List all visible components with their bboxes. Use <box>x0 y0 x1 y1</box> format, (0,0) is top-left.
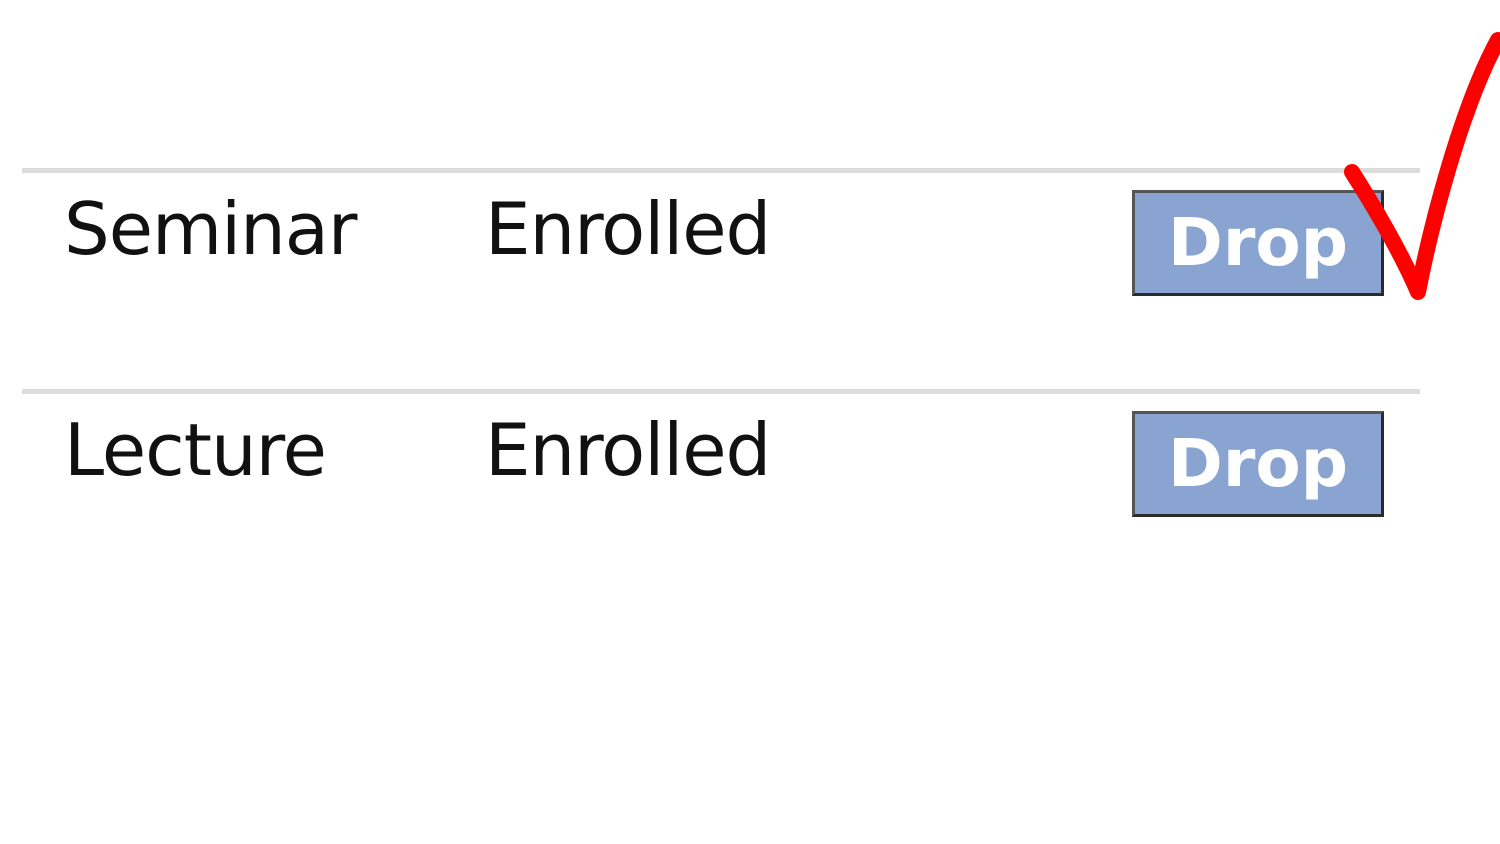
table-row-lecture: Lecture Enrolled Drop <box>22 397 1420 537</box>
table-row-seminar: Seminar Enrolled Drop <box>22 176 1420 316</box>
row-divider <box>22 389 1420 394</box>
course-type-cell: Seminar <box>64 187 357 271</box>
enrollment-status-cell: Enrolled <box>485 187 771 271</box>
drop-button-lecture[interactable]: Drop <box>1132 411 1384 517</box>
row-divider <box>22 168 1420 173</box>
course-type-cell: Lecture <box>64 408 327 492</box>
enrollment-status-cell: Enrolled <box>485 408 771 492</box>
drop-button-seminar[interactable]: Drop <box>1132 190 1384 296</box>
enrollment-page: Seminar Enrolled Drop Lecture Enrolled D… <box>0 0 1500 844</box>
